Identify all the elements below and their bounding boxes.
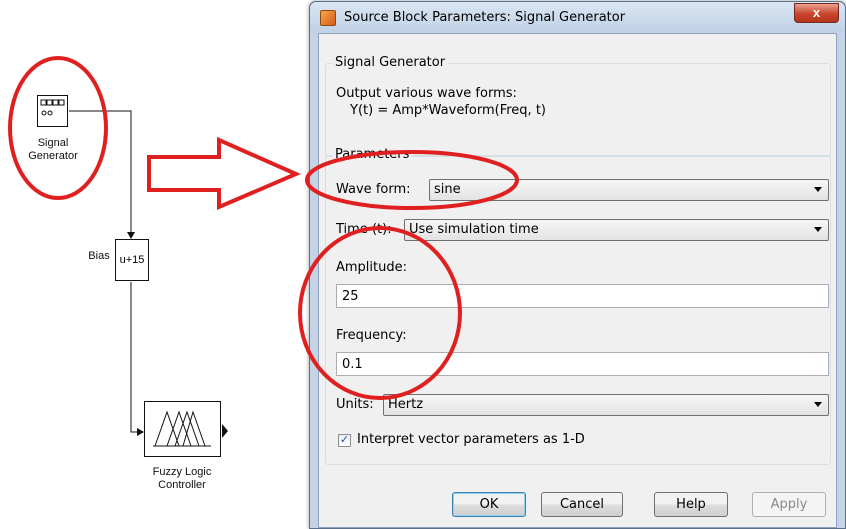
bias-block[interactable]: u+15 [115, 239, 149, 281]
time-select[interactable]: Use simulation time [404, 219, 829, 241]
units-label: Units: [336, 397, 374, 412]
interpret-vector-checkbox[interactable]: ✓ [338, 434, 351, 447]
wave-form-value: sine [434, 182, 461, 197]
close-button[interactable]: x [794, 3, 839, 23]
wave-form-select[interactable]: sine [429, 179, 829, 201]
time-label: Time (t): [336, 222, 392, 237]
dialog-titlebar[interactable]: Source Block Parameters: Signal Generato… [310, 2, 845, 32]
description-line-1: Output various wave forms: [336, 86, 517, 101]
dialog-title: Source Block Parameters: Signal Generato… [344, 10, 626, 25]
membership-functions-icon [153, 410, 211, 447]
description-line-2: Y(t) = Amp*Waveform(Freq, t) [350, 103, 546, 118]
apply-button[interactable]: Apply [752, 492, 826, 517]
chevron-down-icon [814, 187, 822, 192]
interpret-vector-label: Interpret vector parameters as 1-D [357, 432, 585, 447]
fuzzy-controller-block[interactable] [144, 401, 221, 457]
time-value: Use simulation time [409, 222, 539, 237]
help-button[interactable]: Help [654, 492, 728, 517]
units-value: Hertz [388, 397, 424, 412]
block-description-title: Signal Generator [332, 55, 449, 70]
dialog-client-area: Signal Generator Output various wave for… [318, 33, 837, 528]
simulink-app-icon [320, 10, 336, 26]
chevron-down-icon [814, 227, 822, 232]
block-parameters-dialog: Source Block Parameters: Signal Generato… [309, 1, 846, 529]
bias-expression: u+15 [119, 254, 145, 266]
bias-label: Bias [88, 250, 110, 262]
block-description-group: Signal Generator Output various wave for… [325, 55, 831, 157]
wave-form-label: Wave form: [336, 182, 411, 197]
amplitude-input[interactable]: 25 [336, 284, 829, 308]
signal-generator-block[interactable] [37, 95, 68, 127]
chevron-down-icon [814, 402, 822, 407]
signal-generator-label: Signal Generator [28, 137, 78, 162]
ok-button[interactable]: OK [452, 492, 526, 517]
amplitude-label: Amplitude: [336, 260, 407, 275]
units-select[interactable]: Hertz [383, 394, 829, 416]
frequency-label: Frequency: [336, 328, 407, 343]
cancel-button[interactable]: Cancel [541, 492, 623, 517]
parameters-title: Parameters [332, 147, 413, 162]
frequency-input[interactable]: 0.1 [336, 352, 829, 376]
fuzzy-controller-label: Fuzzy Logic Controller [152, 466, 212, 491]
parameters-group: Parameters Wave form: sine Time (t): Use… [325, 147, 831, 465]
signal-generator-icon [40, 99, 65, 116]
